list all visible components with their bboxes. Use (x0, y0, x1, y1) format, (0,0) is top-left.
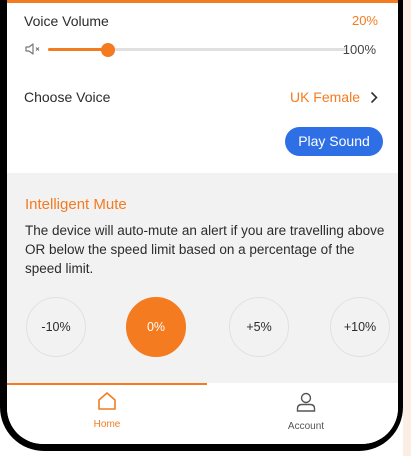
home-indicator (137, 446, 265, 451)
tab-home[interactable]: Home (47, 391, 167, 430)
intelligent-mute-title: Intelligent Mute (25, 196, 127, 213)
volume-slider-fill (48, 48, 108, 51)
mute-option-plus-5[interactable]: +5% (229, 297, 289, 357)
background (403, 0, 411, 456)
tab-bar: Home Account (7, 383, 398, 444)
volume-slider-thumb[interactable] (100, 43, 115, 57)
intelligent-mute-description: The device will auto-mute an alert if yo… (25, 223, 385, 276)
chevron-right-icon (370, 91, 378, 109)
top-accent-bar (7, 0, 398, 3)
tab-account-label: Account (287, 421, 325, 432)
choose-voice-value: UK Female (289, 89, 360, 105)
choose-voice-row[interactable]: Choose Voice UK Female (7, 82, 398, 112)
mute-option-plus-10[interactable]: +10% (330, 297, 390, 357)
settings-screen: Voice Volume 20% 100% Choose Voice UK Fe… (7, 0, 398, 444)
choose-voice-label: Choose Voice (24, 89, 111, 105)
mute-option-minus-10[interactable]: -10% (26, 297, 86, 357)
tab-home-label: Home (93, 419, 121, 430)
voice-volume-value: 20% (351, 13, 378, 28)
tab-account[interactable]: Account (246, 391, 366, 432)
volume-max-label: 100% (342, 42, 376, 57)
intelligent-mute-section: Intelligent Mute The device will auto-mu… (7, 173, 398, 383)
account-icon (246, 391, 366, 418)
speaker-mute-icon[interactable] (24, 42, 42, 61)
phone-frame: Voice Volume 20% 100% Choose Voice UK Fe… (0, 0, 403, 451)
voice-volume-label: Voice Volume (24, 13, 109, 29)
volume-slider[interactable] (48, 48, 347, 51)
home-icon (47, 391, 167, 416)
play-sound-button[interactable]: Play Sound (285, 127, 383, 156)
active-tab-indicator (7, 383, 207, 385)
mute-option-0[interactable]: 0% (126, 297, 186, 357)
